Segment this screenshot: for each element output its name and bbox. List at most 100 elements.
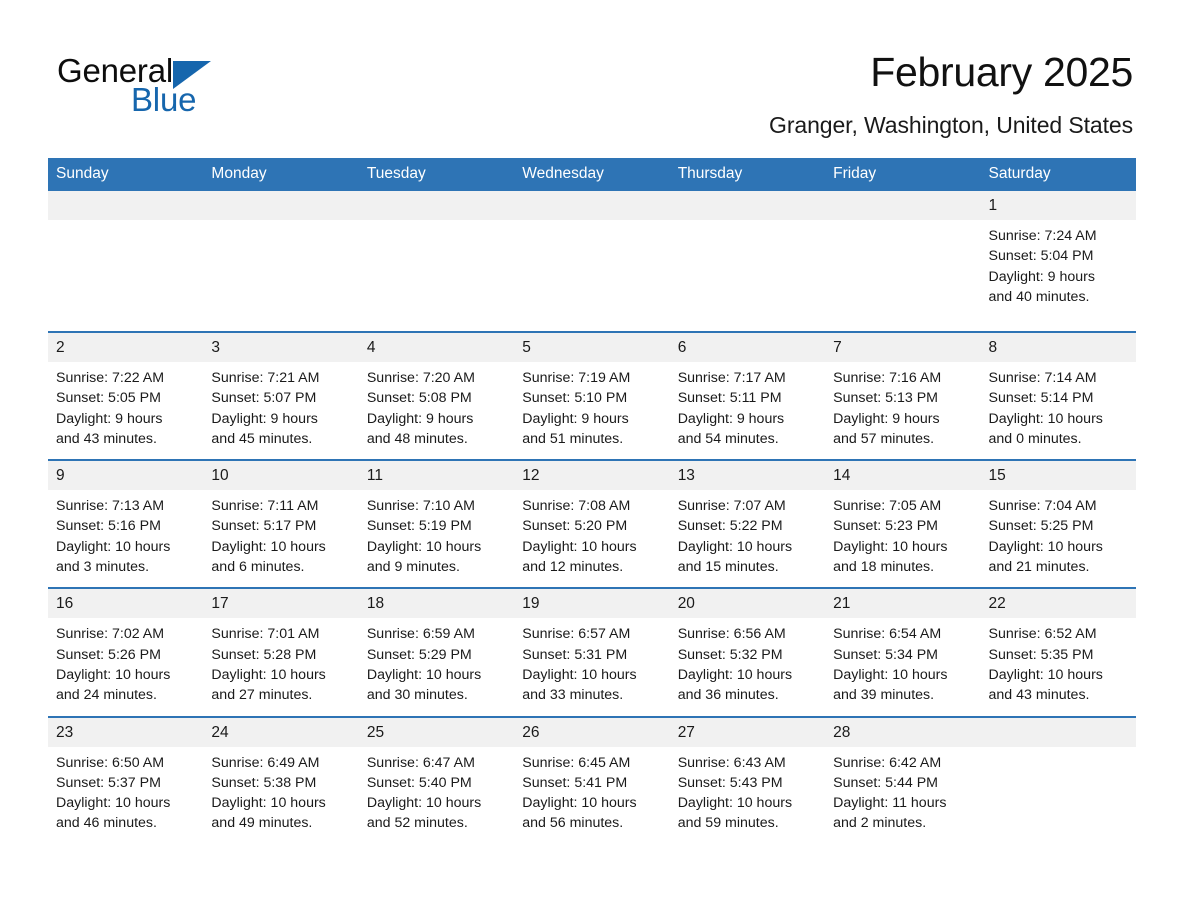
daylight-duration-line1: Daylight: 10 hours (56, 538, 171, 555)
daylight-duration-line1: Daylight: 10 hours (988, 410, 1103, 427)
day-details: Sunrise: 6:57 AM Sunset: 5:31 PM Daylight:… (514, 618, 669, 715)
sunrise-time: Sunrise: 7:11 AM (211, 498, 319, 515)
calendar-cell-empty (358, 191, 515, 332)
day-details (48, 220, 203, 330)
daylight-duration-line2: and 2 minutes. (833, 815, 927, 832)
sunset-time: Sunset: 5:29 PM (366, 646, 472, 663)
calendar-day-cell[interactable]: 3 Sunrise: 7:21 AM Sunset: 5:07 PM Daylight… (203, 330, 359, 461)
sunrise-time: Sunrise: 6:56 AM (677, 626, 786, 643)
daylight-duration-line1: Daylight: 10 hours (522, 666, 637, 683)
title-block: February 2025 Granger, Washington, Unite… (769, 48, 1133, 140)
day-details: Sunrise: 7:02 AM Sunset: 5:26 PM Daylight:… (48, 618, 203, 715)
calendar-day-cell[interactable]: 2 Sunrise: 7:22 AM Sunset: 5:05 PM Daylight… (48, 330, 204, 461)
calendar-day-cell[interactable]: 16 Sunrise: 7:02 AM Sunset: 5:26 PM Dayligh… (48, 587, 204, 717)
day-details: Sunrise: 7:19 AM Sunset: 5:10 PM Daylight:… (514, 362, 669, 459)
day-details: Sunrise: 7:14 AM Sunset: 5:14 PM Daylight:… (981, 362, 1136, 459)
calendar-header-row: Sunday Monday Tuesday Wednesday Thursday… (48, 158, 1136, 191)
day-number (669, 191, 826, 220)
day-number: 16 (48, 589, 204, 619)
calendar-day-cell[interactable]: 13 Sunrise: 7:07 AM Sunset: 5:22 PM Dayligh… (669, 459, 826, 589)
sunset-time: Sunset: 5:19 PM (366, 518, 472, 535)
sunset-time: Sunset: 5:20 PM (522, 518, 628, 535)
sunset-time: Sunset: 5:40 PM (366, 774, 472, 791)
calendar-day-cell[interactable]: 27 Sunrise: 6:43 AM Sunset: 5:43 PM Dayligh… (669, 715, 826, 844)
sunrise-time: Sunrise: 7:10 AM (366, 498, 475, 515)
day-details: Sunrise: 6:49 AM Sunset: 5:38 PM Daylight:… (203, 747, 358, 844)
calendar-day-cell[interactable]: 6 Sunrise: 7:17 AM Sunset: 5:11 PM Daylight… (669, 330, 826, 461)
calendar-day-cell[interactable]: 17 Sunrise: 7:01 AM Sunset: 5:28 PM Dayligh… (203, 587, 359, 717)
day-details: Sunrise: 7:24 AM Sunset: 5:04 PM Daylight:… (981, 220, 1136, 330)
calendar-day-cell[interactable]: 12 Sunrise: 7:08 AM Sunset: 5:20 PM Dayligh… (514, 459, 670, 589)
sunrise-time: Sunrise: 6:45 AM (522, 754, 631, 771)
day-details (514, 220, 669, 330)
sunset-time: Sunset: 5:44 PM (833, 774, 938, 791)
calendar-cell-empty (48, 191, 204, 332)
calendar-week-row: 23 Sunrise: 6:50 AM Sunset: 5:37 PM Dayligh… (48, 715, 1136, 844)
day-details: Sunrise: 7:16 AM Sunset: 5:13 PM Daylight:… (825, 362, 980, 459)
day-details (981, 747, 1136, 831)
day-details: Sunrise: 7:20 AM Sunset: 5:08 PM Daylight:… (359, 362, 514, 459)
weekday-header-thursday: Thursday (669, 158, 826, 191)
sunset-time: Sunset: 5:26 PM (56, 646, 161, 663)
day-details (359, 220, 514, 330)
calendar-cell-empty (980, 715, 1136, 844)
daylight-duration-line1: Daylight: 9 hours (211, 410, 318, 427)
calendar-day-cell[interactable]: 28 Sunrise: 6:42 AM Sunset: 5:44 PM Dayligh… (825, 715, 981, 844)
calendar-day-cell[interactable]: 20 Sunrise: 6:56 AM Sunset: 5:32 PM Dayligh… (669, 587, 826, 717)
daylight-duration-line1: Daylight: 9 hours (988, 268, 1095, 285)
calendar-day-cell[interactable]: 15 Sunrise: 7:04 AM Sunset: 5:25 PM Dayligh… (980, 459, 1136, 589)
calendar-day-cell[interactable]: 14 Sunrise: 7:05 AM Sunset: 5:23 PM Dayligh… (825, 459, 981, 589)
day-number: 10 (203, 461, 359, 491)
calendar-day-cell[interactable]: 8 Sunrise: 7:14 AM Sunset: 5:14 PM Daylight… (980, 330, 1136, 461)
calendar-day-cell[interactable]: 25 Sunrise: 6:47 AM Sunset: 5:40 PM Dayligh… (358, 715, 515, 844)
calendar-day-cell[interactable]: 11 Sunrise: 7:10 AM Sunset: 5:19 PM Dayligh… (358, 459, 515, 589)
calendar-day-cell[interactable]: 26 Sunrise: 6:45 AM Sunset: 5:41 PM Dayligh… (514, 715, 670, 844)
day-number: 28 (825, 717, 981, 747)
day-number: 9 (48, 461, 204, 491)
daylight-duration-line2: and 9 minutes. (366, 559, 460, 576)
calendar-day-cell[interactable]: 1 Sunrise: 7:24 AM Sunset: 5:04 PM Daylight… (980, 191, 1136, 332)
day-number: 21 (825, 589, 981, 619)
day-details: Sunrise: 6:42 AM Sunset: 5:44 PM Daylight:… (825, 747, 980, 844)
calendar-week-row: 2 Sunrise: 7:22 AM Sunset: 5:05 PM Daylight… (48, 330, 1136, 461)
calendar-day-cell[interactable]: 10 Sunrise: 7:11 AM Sunset: 5:17 PM Dayligh… (203, 459, 359, 589)
day-details: Sunrise: 7:05 AM Sunset: 5:23 PM Daylight:… (825, 490, 980, 587)
day-number: 8 (980, 333, 1136, 362)
calendar-day-cell[interactable]: 22 Sunrise: 6:52 AM Sunset: 5:35 PM Dayligh… (980, 587, 1136, 717)
calendar-day-cell[interactable]: 4 Sunrise: 7:20 AM Sunset: 5:08 PM Daylight… (358, 330, 515, 461)
daylight-duration-line2: and 6 minutes. (211, 559, 305, 576)
day-details: Sunrise: 6:45 AM Sunset: 5:41 PM Daylight:… (514, 747, 669, 844)
calendar-week-row: 9 Sunrise: 7:13 AM Sunset: 5:16 PM Daylight… (48, 459, 1136, 589)
day-number: 20 (669, 589, 826, 619)
daylight-duration-line1: Daylight: 10 hours (677, 795, 793, 812)
daylight-duration-line1: Daylight: 9 hours (833, 410, 940, 427)
sunset-time: Sunset: 5:23 PM (833, 518, 938, 535)
calendar-day-cell[interactable]: 9 Sunrise: 7:13 AM Sunset: 5:16 PM Daylight… (48, 459, 204, 589)
sunrise-time: Sunrise: 6:49 AM (211, 754, 320, 771)
daylight-duration-line1: Daylight: 10 hours (211, 666, 326, 683)
calendar-day-cell[interactable]: 18 Sunrise: 6:59 AM Sunset: 5:29 PM Dayligh… (358, 587, 515, 717)
calendar-day-cell[interactable]: 7 Sunrise: 7:16 AM Sunset: 5:13 PM Daylight… (825, 330, 981, 461)
daylight-duration-line2: and 3 minutes. (56, 559, 150, 576)
day-number: 6 (669, 333, 826, 362)
day-number: 23 (48, 717, 204, 747)
day-details: Sunrise: 6:47 AM Sunset: 5:40 PM Daylight:… (359, 747, 514, 844)
sunset-time: Sunset: 5:41 PM (522, 774, 628, 791)
daylight-duration-line2: and 21 minutes. (988, 559, 1090, 576)
day-number: 18 (358, 589, 515, 619)
weekday-header-tuesday: Tuesday (358, 158, 515, 191)
day-number: 19 (514, 589, 670, 619)
calendar-day-cell[interactable]: 23 Sunrise: 6:50 AM Sunset: 5:37 PM Dayligh… (48, 715, 204, 844)
logo-top-row: General (57, 52, 377, 90)
daylight-duration-line1: Daylight: 10 hours (833, 666, 948, 683)
daylight-duration-line1: Daylight: 10 hours (677, 666, 793, 683)
sunset-time: Sunset: 5:37 PM (56, 774, 161, 791)
sunrise-time: Sunrise: 7:14 AM (988, 370, 1097, 386)
calendar-day-cell[interactable]: 24 Sunrise: 6:49 AM Sunset: 5:38 PM Dayligh… (203, 715, 359, 844)
calendar-day-cell[interactable]: 5 Sunrise: 7:19 AM Sunset: 5:10 PM Daylight… (514, 330, 670, 461)
day-number: 5 (514, 333, 670, 362)
calendar-day-cell[interactable]: 19 Sunrise: 6:57 AM Sunset: 5:31 PM Dayligh… (514, 587, 670, 717)
calendar-day-cell[interactable]: 21 Sunrise: 6:54 AM Sunset: 5:34 PM Dayligh… (825, 587, 981, 717)
sunrise-time: Sunrise: 6:43 AM (677, 754, 786, 771)
generalblue-logo[interactable]: General Blue (57, 52, 377, 124)
